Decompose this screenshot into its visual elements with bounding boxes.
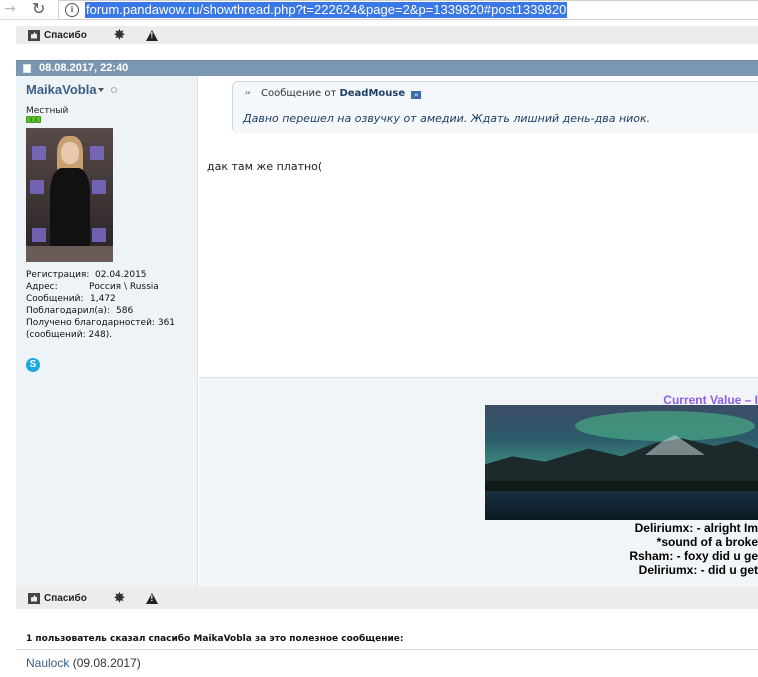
thanks-button-top[interactable]: Спасибо: [28, 26, 87, 44]
skype-icon[interactable]: S: [26, 358, 40, 372]
stat-row: Регистрация: 02.04.2015: [26, 270, 147, 280]
forward-arrow-icon[interactable]: →: [4, 0, 20, 20]
reputation-star-icon: ✸: [114, 590, 125, 605]
reputation-button[interactable]: ✸: [114, 587, 125, 609]
signature: Current Value – I Deliriumx: - alright I…: [199, 377, 758, 587]
chevron-down-icon[interactable]: [98, 88, 104, 92]
thanks-heading: 1 пользователь сказал спасибо MaikaVobla…: [26, 634, 404, 644]
address-bar[interactable]: i forum.pandawow.ru/showthread.php?t=222…: [58, 0, 758, 20]
post-action-bar: Спасибо ✸: [16, 587, 758, 609]
quote-author: DeadMouse: [339, 88, 406, 99]
post-action-bar-top: Спасибо ✸: [16, 26, 758, 44]
stat-row: Поблагодарил(а): 586: [26, 306, 134, 316]
reputation-bar: [26, 116, 41, 123]
report-button-top[interactable]: [146, 26, 158, 44]
offline-status-icon: [111, 87, 117, 93]
author-title: Местный: [26, 106, 69, 116]
report-button[interactable]: [146, 587, 158, 609]
thanks-label: Спасибо: [44, 29, 87, 41]
stat-row: Адрес: Россия \ Russia: [26, 282, 159, 292]
thanked-user-entry: Naulock (09.08.2017): [26, 656, 141, 670]
reload-icon[interactable]: ↻: [32, 0, 48, 20]
stat-row: Получено благодарностей: 361: [26, 318, 176, 328]
view-post-arrow-icon[interactable]: »: [411, 91, 422, 99]
stat-row: (сообщений: 248).: [26, 330, 113, 340]
author-stats: Регистрация: 02.04.2015 Адрес: Россия \ …: [26, 269, 196, 341]
post-message: дак там же платно(: [207, 160, 323, 173]
thanks-label: Спасибо: [44, 592, 87, 604]
stat-row: Сообщений: 1,472: [26, 294, 116, 304]
post-header: 08.08.2017, 22:40: [16, 60, 758, 76]
quote-text: Давно перешел на озвучку от амедии. Ждат…: [243, 112, 651, 125]
author-username-link[interactable]: MaikaVobla: [26, 82, 97, 97]
post-date: 08.08.2017, 22:40: [39, 62, 129, 74]
author-avatar[interactable]: [26, 128, 113, 262]
thanks-list: 1 пользователь сказал спасибо MaikaVobla…: [16, 609, 758, 677]
post-status-icon: [23, 64, 31, 73]
divider: [16, 649, 758, 650]
thanked-user-link[interactable]: Naulock: [26, 656, 69, 670]
address-bar-url[interactable]: forum.pandawow.ru/showthread.php?t=22262…: [85, 2, 568, 18]
reputation-button-top[interactable]: ✸: [114, 26, 125, 44]
thanks-button[interactable]: Спасибо: [28, 587, 87, 609]
site-info-icon[interactable]: i: [65, 3, 79, 17]
forum-page: Спасибо ✸ 08.08.2017, 22:40 MaikaVobla М…: [16, 20, 758, 677]
quote-block: “ Сообщение от DeadMouse » Давно перешел…: [232, 81, 758, 133]
thumbs-up-icon: [28, 29, 40, 41]
quote-header: Сообщение от DeadMouse »: [261, 88, 422, 99]
reputation-star-icon: ✸: [114, 27, 125, 42]
browser-toolbar: → ↻ i forum.pandawow.ru/showthread.php?t…: [0, 0, 758, 20]
post-content: “ Сообщение от DeadMouse » Давно перешел…: [199, 76, 758, 587]
warning-icon: [146, 592, 158, 604]
thumbs-up-icon: [28, 592, 40, 604]
warning-icon: [146, 29, 158, 41]
quote-icon: “: [245, 89, 251, 101]
signature-text: Deliriumx: - alright Im *sound of a brok…: [629, 521, 758, 577]
signature-image: [485, 405, 758, 520]
post-author-panel: MaikaVobla Местный Регистрация: 02.04.20…: [16, 76, 198, 587]
